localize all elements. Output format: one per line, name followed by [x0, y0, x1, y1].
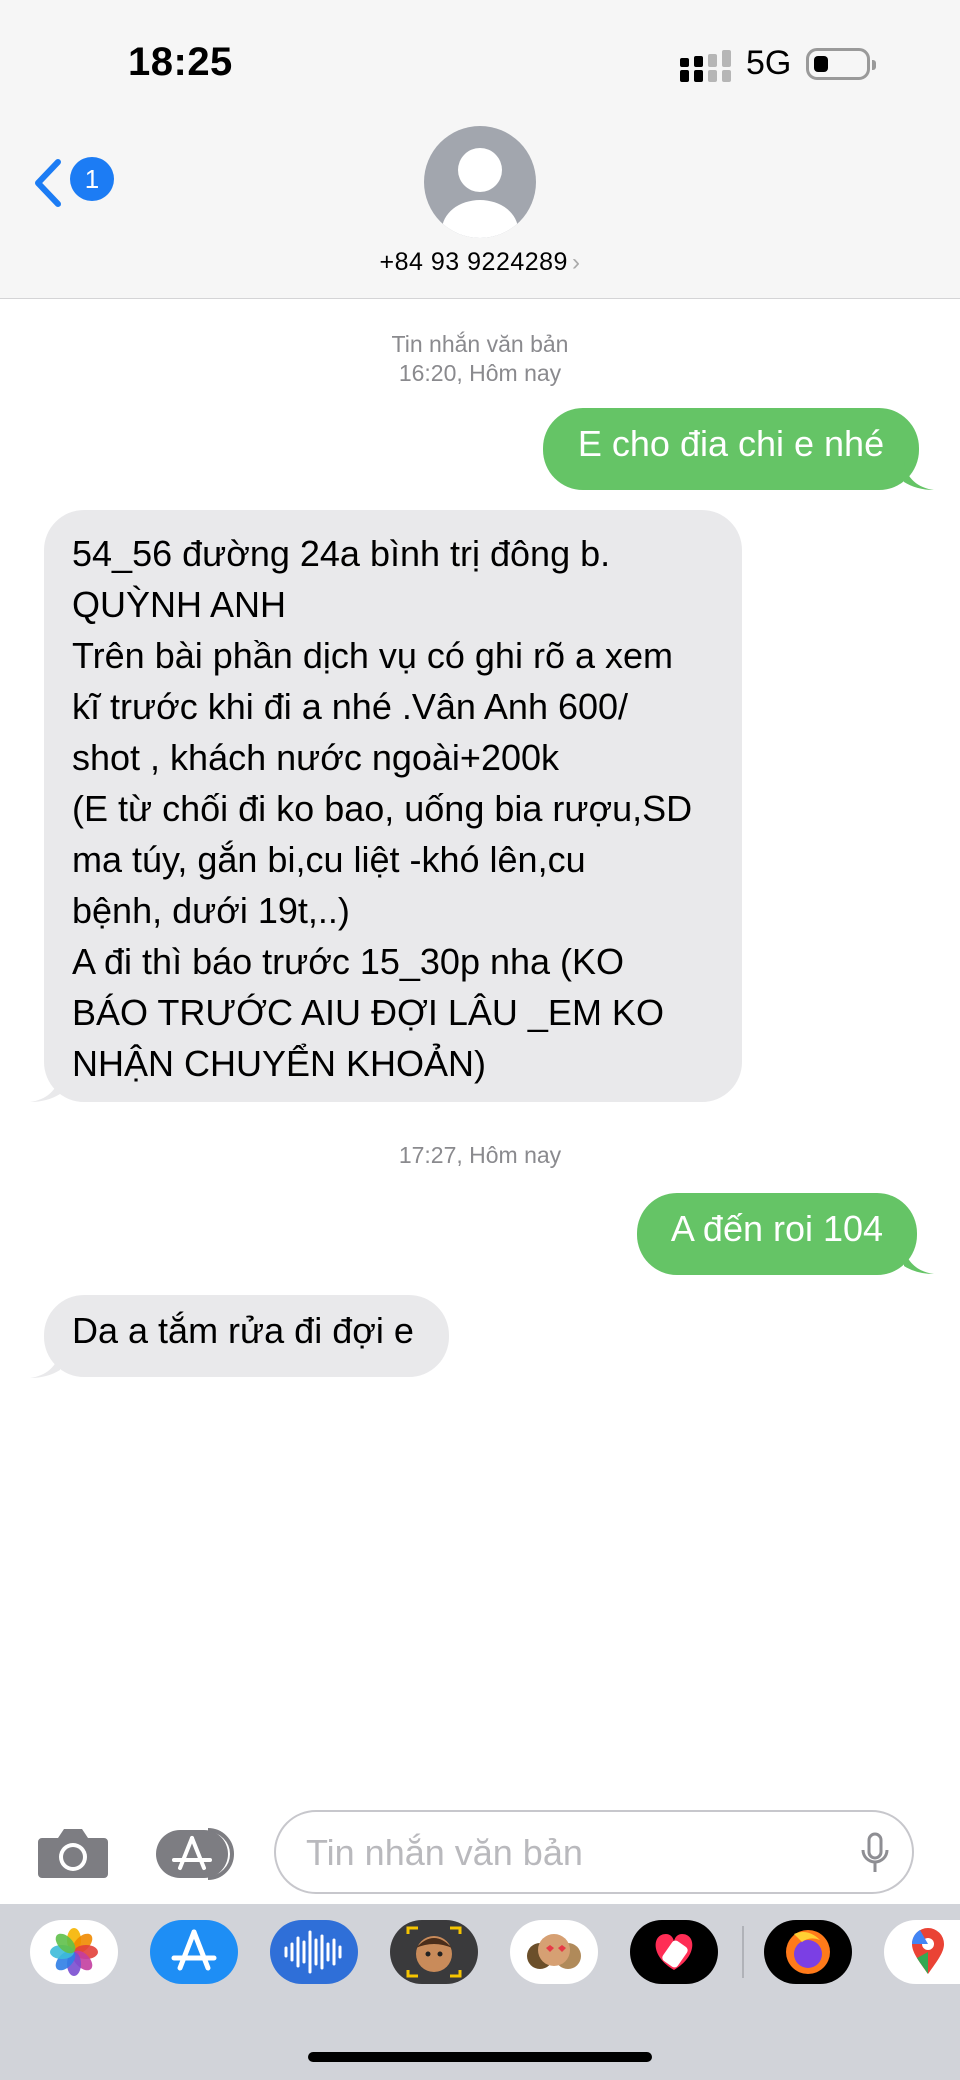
cellular-signal-icon: [680, 50, 731, 82]
photos-app-icon[interactable]: [30, 1920, 118, 1984]
message-line: ma túy, gắn bi,cu liệt -khó lên,cu: [72, 839, 586, 880]
bubble-tail: [30, 1350, 60, 1378]
contact-number: +84 93 9224289: [379, 248, 568, 276]
firefox-icon[interactable]: [764, 1920, 852, 1984]
message-line: A đi thì báo trước 15_30p nha (KO: [72, 941, 625, 982]
drawer-divider: [742, 1926, 744, 1978]
app-store-icon[interactable]: [150, 1920, 238, 1984]
bubble-tail: [904, 462, 934, 490]
network-type: 5G: [746, 44, 792, 82]
bubble-tail: [30, 1074, 60, 1102]
unread-count-badge: 1: [70, 157, 114, 201]
home-indicator[interactable]: [308, 2052, 652, 2062]
message-line: (E từ chối đi ko bao, uống bia rượu,SD: [72, 788, 693, 829]
back-button[interactable]: 1: [32, 154, 114, 210]
contact-name[interactable]: +84 93 9224289 ›: [0, 248, 960, 277]
message-text: A đến roi 104: [670, 1208, 884, 1249]
message-input-field[interactable]: [274, 1810, 914, 1894]
app-drawer: [0, 1904, 960, 2080]
timestamp-header: 17:27, Hôm nay: [0, 1141, 960, 1170]
bubble-tail: [904, 1246, 934, 1274]
message-line: NHẬN CHUYỂN KHOẢN): [72, 1043, 487, 1084]
app-store-button-icon[interactable]: [156, 1826, 236, 1882]
message-type-label: Tin nhắn văn bản: [391, 331, 569, 357]
outgoing-message[interactable]: E cho đia chi e nhé: [543, 408, 919, 490]
conversation-header: 18:25 5G 1 +84 93 9224289 ›: [0, 0, 960, 299]
message-text: Da a tắm rửa đi đợi e: [72, 1310, 414, 1351]
timestamp-label: 17:27, Hôm nay: [398, 1142, 562, 1168]
incoming-message[interactable]: 54_56 đường 24a bình trị đông b. QUỲNH A…: [44, 510, 742, 1102]
microphone-icon[interactable]: [860, 1832, 890, 1874]
message-line: kĩ trước khi đi a nhé .Vân Anh 600/: [72, 686, 629, 727]
message-line: bệnh, dưới 19t,..): [72, 890, 350, 931]
message-input[interactable]: [304, 1812, 848, 1894]
message-line: QUỲNH ANH: [72, 584, 287, 625]
google-maps-icon[interactable]: [884, 1920, 960, 1984]
timestamp-label: 16:20, Hôm nay: [398, 360, 562, 386]
message-line: shot , khách nước ngoài+200k: [72, 737, 560, 778]
audio-message-icon[interactable]: [270, 1920, 358, 1984]
timestamp-header: Tin nhắn văn bản 16:20, Hôm nay: [0, 330, 960, 388]
chevron-right-icon: ›: [571, 249, 581, 276]
person-icon: [442, 148, 518, 238]
camera-icon[interactable]: [38, 1826, 108, 1880]
status-time: 18:25: [128, 40, 233, 84]
incoming-message[interactable]: Da a tắm rửa đi đợi e: [44, 1295, 449, 1377]
animoji-stickers-icon[interactable]: [510, 1920, 598, 1984]
digital-touch-icon[interactable]: [630, 1920, 718, 1984]
message-text: E cho đia chi e nhé: [577, 423, 885, 464]
memoji-icon[interactable]: [390, 1920, 478, 1984]
chevron-left-icon: [35, 159, 61, 207]
message-line: 54_56 đường 24a bình trị đông b.: [72, 533, 611, 574]
contact-avatar[interactable]: [424, 126, 536, 238]
message-line: BÁO TRƯỚC AIU ĐỢI LÂU _EM KO: [72, 992, 664, 1033]
message-line: Trên bài phần dịch vụ có ghi rõ a xem: [72, 635, 673, 676]
outgoing-message[interactable]: A đến roi 104: [637, 1193, 917, 1275]
battery-icon: [806, 48, 876, 80]
